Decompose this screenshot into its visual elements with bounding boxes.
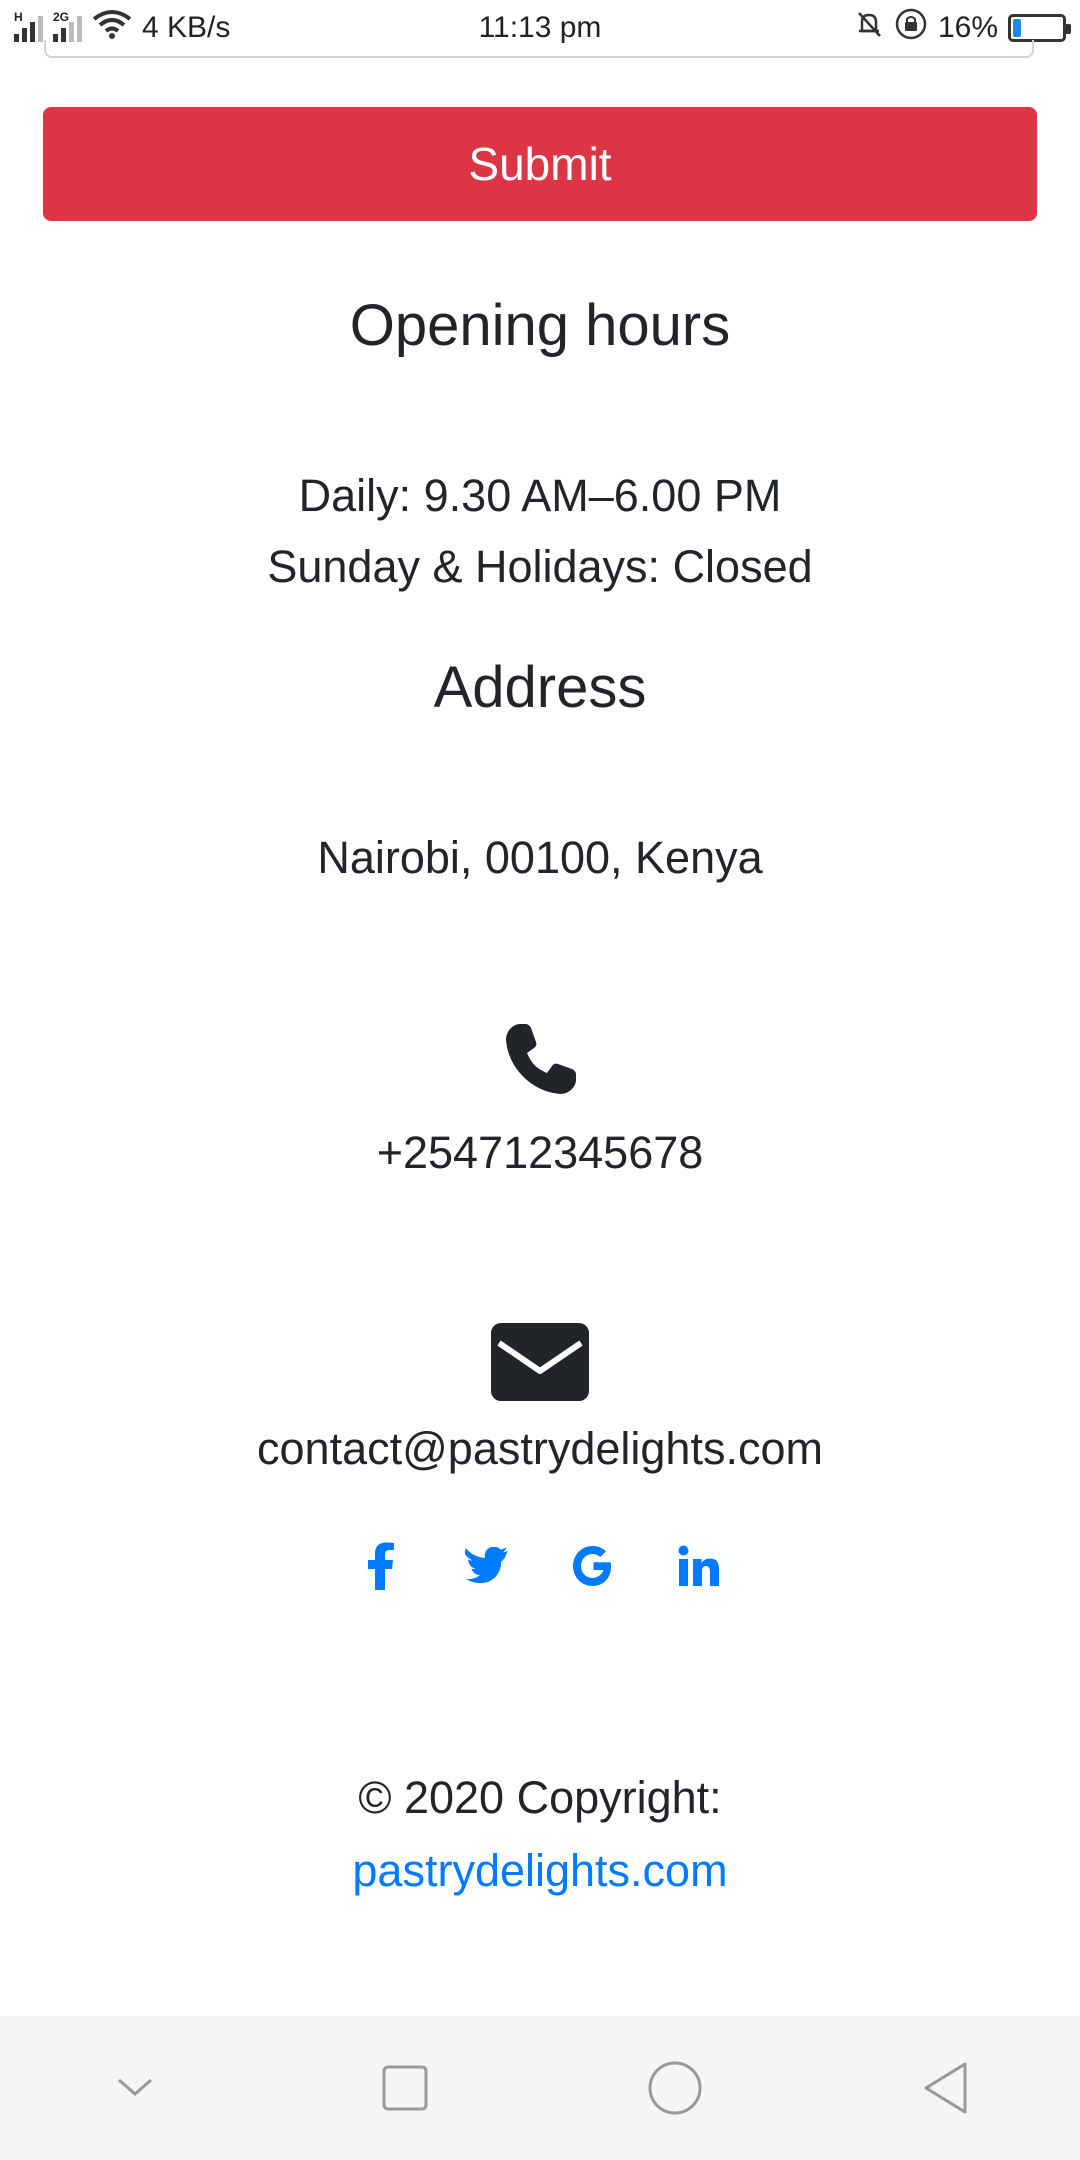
opening-hours-heading: Opening hours [349,293,731,358]
envelope-icon [0,1323,1080,1401]
signal-icon-2: 2G [53,10,82,42]
message-field-edge[interactable] [44,40,1034,58]
navigation-bar [0,2016,1080,2160]
signal-icon: H [14,10,43,42]
google-icon[interactable] [567,1540,619,1592]
footer-link: pastrydelights.com [0,1845,1080,1897]
linkedin-icon[interactable] [673,1540,725,1592]
network-type-label: H [14,10,23,24]
hours-daily: Daily: 9.30 AM–6.00 PM [298,470,782,521]
back-button[interactable] [905,2048,985,2128]
battery-fill [1013,19,1021,37]
copyright-text: © 2020 Copyright: [358,1772,722,1823]
chevron-down-icon[interactable] [95,2048,175,2128]
social-links [0,1540,1080,1592]
facebook-icon[interactable] [355,1540,407,1592]
phone-number[interactable]: +254712345678 [0,1127,1080,1179]
recents-button[interactable] [365,2048,445,2128]
network-type-label-2: 2G [53,10,70,24]
page: H 2G 4 KB/s 11:13 pm 16% Submit Opening … [0,0,1080,2160]
address-text: Nairobi, 00100, Kenya [317,832,763,883]
phone-icon [0,1020,1080,1100]
email-address[interactable]: contact@pastrydelights.com [0,1423,1080,1475]
twitter-icon[interactable] [461,1540,513,1592]
site-link[interactable]: pastrydelights.com [352,1845,727,1896]
battery-icon [1008,14,1071,42]
hours-sunday: Sunday & Holidays: Closed [267,541,813,592]
address-heading: Address [433,655,647,720]
submit-button[interactable]: Submit [43,107,1037,221]
home-button[interactable] [635,2048,715,2128]
